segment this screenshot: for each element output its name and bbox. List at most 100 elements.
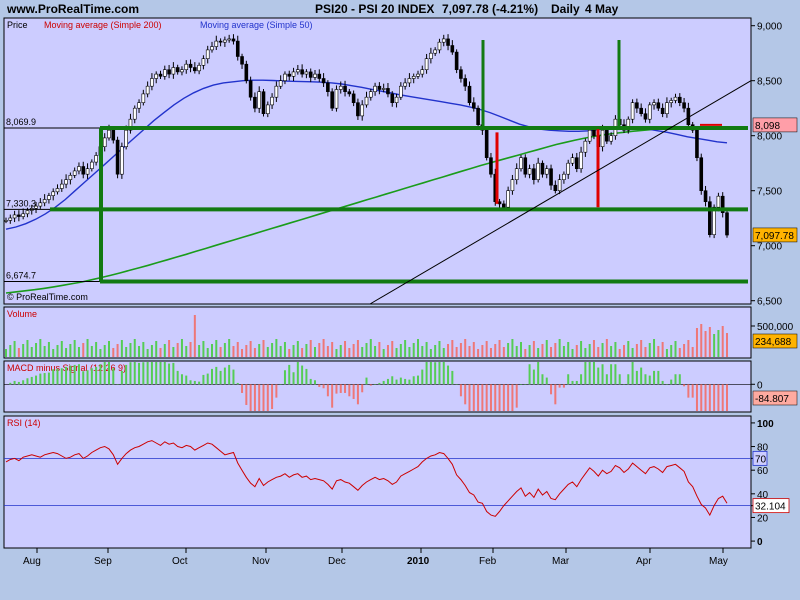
price-y-tick-label: 9,000 [757, 22, 782, 33]
candle-body [175, 67, 180, 73]
macd-bar [434, 362, 437, 385]
macd-bar [408, 379, 411, 385]
candle-body [463, 78, 468, 87]
volume-bar [524, 349, 527, 357]
macd-bar [228, 364, 231, 385]
chart-canvas[interactable]: Price Moving average (Simple 200) Moving… [0, 0, 800, 600]
macd-bar [335, 384, 338, 394]
x-tick-label: 2010 [407, 556, 430, 567]
candle-body [665, 102, 669, 114]
volume-bar [580, 341, 583, 357]
macd-bar [60, 368, 63, 385]
macd-bar [468, 384, 471, 411]
x-tick-label: Oct [172, 556, 188, 567]
volume-bar [352, 344, 355, 357]
macd-bar [691, 384, 694, 398]
macd-bar [623, 384, 625, 385]
macd-bar [168, 363, 171, 385]
volume-bar [116, 344, 119, 357]
volume-bar [541, 344, 544, 357]
candle-body [557, 179, 562, 191]
volume-bar [198, 345, 201, 357]
macd-bar [511, 384, 514, 411]
macd-bar [309, 378, 312, 385]
volume-bar [605, 339, 608, 357]
volume-bar [292, 345, 295, 357]
macd-bar [47, 372, 50, 385]
candle-body [725, 212, 729, 236]
volume-bar [275, 339, 278, 357]
volume-bar [558, 339, 561, 357]
macd-bar [524, 384, 527, 385]
macd-bar [421, 369, 424, 385]
candle-body [377, 85, 382, 90]
candle-body [574, 157, 579, 169]
macd-bar [116, 384, 119, 385]
macd-bar [657, 370, 660, 385]
volume-bar [502, 347, 505, 357]
volume-bar [494, 344, 497, 357]
candle-body [441, 38, 446, 43]
candle-body [111, 129, 116, 141]
volume-bar [13, 341, 16, 357]
candle-body [145, 85, 150, 95]
volume-bar [65, 348, 68, 357]
macd-bar [77, 364, 80, 385]
volume-bar [425, 342, 428, 357]
macd-bar [614, 364, 617, 385]
candle-body [180, 69, 184, 73]
volume-bar [189, 342, 192, 357]
candle-body [42, 199, 47, 204]
volume-bar [305, 344, 308, 357]
volume-bar [468, 346, 471, 357]
candle-body [59, 183, 64, 189]
macd-bar [721, 384, 724, 411]
candle-body [407, 78, 412, 84]
volume-bar [356, 340, 359, 357]
volume-bar [22, 344, 25, 357]
macd-bar [344, 384, 347, 393]
volume-bar [82, 343, 85, 357]
macd-bar [391, 376, 394, 385]
candle-body [437, 41, 442, 51]
macd-bar [412, 376, 415, 385]
macd-bar [322, 384, 325, 389]
candle-body [347, 91, 352, 95]
candle-body [673, 96, 678, 101]
macd-bar [386, 378, 389, 385]
volume-bar [635, 344, 638, 357]
candle-body [184, 63, 189, 70]
macd-bar [211, 368, 213, 385]
macd-bar [425, 362, 428, 385]
candle-body [592, 129, 596, 136]
volume-bar [592, 340, 595, 357]
volume-bar [301, 348, 304, 357]
macd-bar [683, 384, 686, 387]
macd-bar [120, 370, 123, 385]
candle-body [12, 214, 17, 219]
price-y-tick-label: 8,500 [757, 77, 782, 88]
candle-body [669, 100, 674, 103]
volume-bar [417, 339, 419, 357]
volume-panel[interactable] [3, 306, 752, 359]
macd-bar [206, 373, 209, 385]
macd-bar [494, 384, 497, 411]
candle-body [188, 63, 193, 68]
macd-bar [528, 364, 531, 385]
volume-bar [43, 346, 46, 357]
macd-bar [382, 380, 385, 385]
volume-bar [326, 346, 329, 357]
volume-bar [665, 349, 668, 357]
volume-bar [180, 339, 183, 357]
macd-bar [592, 362, 595, 385]
volume-bar [69, 344, 72, 357]
volume-bar [700, 324, 703, 357]
volume-bar [378, 342, 381, 357]
macd-bar [95, 366, 98, 385]
volume-bar [348, 348, 351, 357]
rsi-panel[interactable] [3, 415, 752, 549]
volume-bar [451, 340, 454, 357]
macd-bar [180, 374, 183, 385]
candle-body [137, 102, 141, 109]
volume-bar [537, 348, 540, 357]
